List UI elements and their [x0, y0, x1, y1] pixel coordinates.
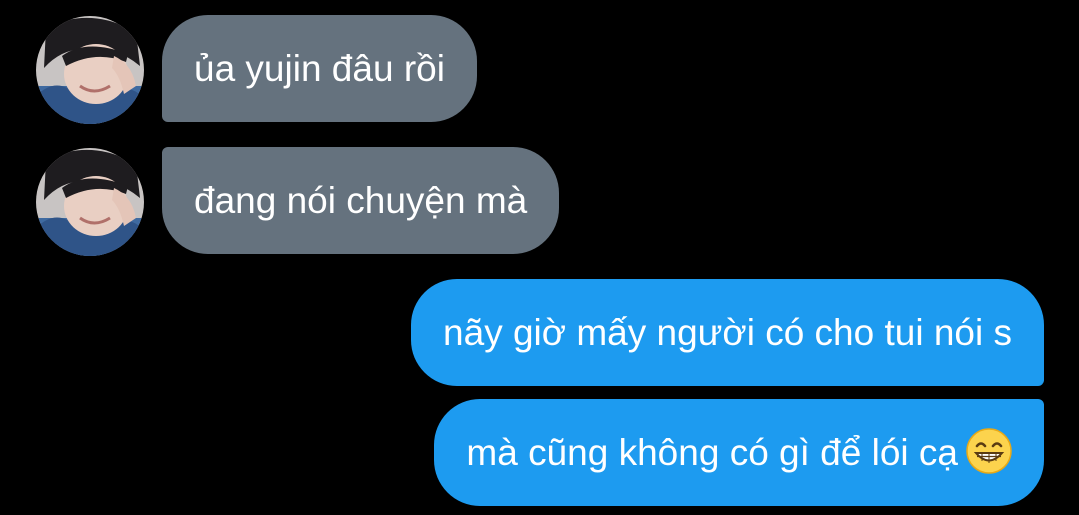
avatar[interactable] [36, 148, 144, 256]
message-bubble-received[interactable]: đang nói chuyện mà [162, 147, 560, 254]
avatar-photo [36, 148, 144, 256]
message-text: đang nói chuyện mà [194, 180, 528, 221]
message-bubble-sent[interactable]: mà cũng không có gì để lói cạ [434, 399, 1044, 506]
message-text: ủa yujin đâu rồi [194, 48, 445, 89]
message-bubble-sent[interactable]: nãy giờ mấy người có cho tui nói s [411, 279, 1044, 386]
message-bubble-received[interactable]: ủa yujin đâu rồi [162, 15, 477, 122]
avatar-photo [36, 16, 144, 124]
message-text: mà cũng không có gì để lói cạ [466, 432, 958, 473]
grinning-face-emoji-icon [966, 428, 1012, 474]
message-text: nãy giờ mấy người có cho tui nói s [443, 312, 1012, 353]
avatar[interactable] [36, 16, 144, 124]
